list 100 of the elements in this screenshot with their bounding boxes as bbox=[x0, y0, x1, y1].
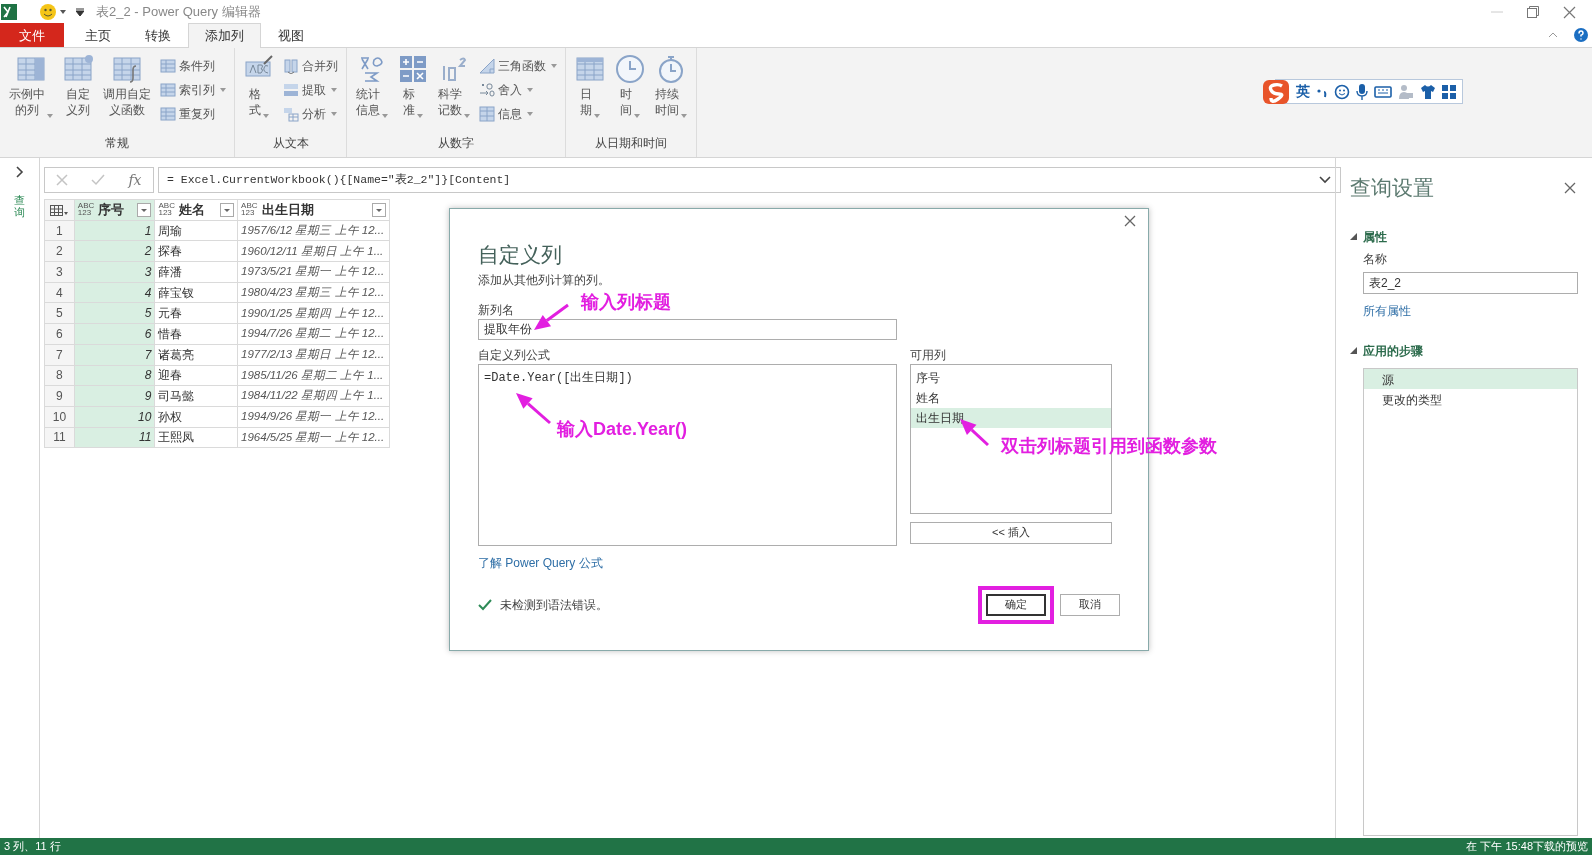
emoji-icon[interactable] bbox=[1334, 83, 1350, 100]
group-label: 从文本 bbox=[271, 135, 310, 152]
ribbon-button[interactable]: 持续时间 bbox=[652, 52, 690, 121]
keyboard-icon[interactable] bbox=[1374, 85, 1392, 98]
row-number: 4 bbox=[44, 282, 75, 303]
file-tab[interactable]: 文件 bbox=[0, 23, 64, 47]
insert-function-button[interactable]: fx bbox=[128, 169, 142, 191]
smiley-icon[interactable] bbox=[39, 3, 57, 21]
name-field[interactable]: 表2_2 bbox=[1363, 271, 1578, 294]
ribbon-button[interactable]: 索引列 bbox=[158, 80, 228, 100]
table-cell: 元春 bbox=[154, 302, 238, 324]
table-cell: 薛宝钗 bbox=[154, 282, 238, 303]
ribbon-button[interactable]: 提取 bbox=[281, 80, 340, 100]
filter-dropdown-icon[interactable] bbox=[137, 202, 152, 217]
type-icon[interactable]: ABC 123 bbox=[241, 203, 258, 217]
learn-link[interactable]: 了解 Power Query 公式 bbox=[478, 553, 603, 572]
table-cell: 1985/11/26 星期二 上午 1... bbox=[237, 365, 390, 386]
list-item[interactable]: 姓名 bbox=[911, 387, 1111, 408]
ribbon-button[interactable]: 科学记数 bbox=[435, 52, 473, 124]
ribbon-button[interactable]: 标准 bbox=[395, 52, 431, 124]
stopwatch-icon bbox=[656, 54, 686, 84]
ribbon-button[interactable]: 重复列 bbox=[158, 104, 228, 124]
column-name-field[interactable]: 提取年份 bbox=[478, 318, 897, 340]
logo-icon[interactable] bbox=[1262, 78, 1290, 105]
field-label: 新列名 bbox=[478, 301, 514, 319]
ribbon-tab[interactable]: 视图 bbox=[261, 23, 321, 47]
pane-title: 查询设置 bbox=[1350, 175, 1434, 201]
row-number: 2 bbox=[44, 240, 75, 262]
extract-icon bbox=[283, 82, 299, 98]
type-icon[interactable]: ABC 123 bbox=[77, 203, 95, 217]
type-icon[interactable]: ABC 123 bbox=[158, 203, 175, 217]
table-cell: 1964/5/25 星期一 上午 12... bbox=[237, 427, 390, 448]
ribbon-button[interactable]: 示例中的列 bbox=[6, 52, 56, 124]
microphone-icon[interactable] bbox=[1356, 83, 1368, 100]
check-icon[interactable] bbox=[91, 174, 106, 186]
checkmark-icon bbox=[478, 598, 492, 611]
ribbon-button[interactable]: 信息 bbox=[477, 104, 559, 124]
all-properties-link[interactable]: 所有属性 bbox=[1363, 301, 1578, 320]
ribbon-tab[interactable]: 转换 bbox=[128, 23, 188, 47]
filter-dropdown-icon[interactable] bbox=[372, 202, 386, 217]
table-cell: 王熙凤 bbox=[154, 427, 238, 448]
ribbon-button[interactable]: 自定义列 bbox=[60, 52, 96, 124]
step-item[interactable]: 更改的类型 bbox=[1364, 388, 1577, 409]
ribbon-button[interactable]: 分析 bbox=[281, 104, 340, 124]
excel-icon[interactable] bbox=[1, 3, 17, 21]
table-cell: 孙权 bbox=[154, 406, 238, 428]
input-mode-button[interactable]: 英 bbox=[1296, 81, 1310, 102]
caret-icon[interactable] bbox=[60, 10, 66, 14]
window-title: 表2_2 - Power Query 编辑器 bbox=[96, 3, 261, 22]
ribbon-button[interactable]: 条件列 bbox=[158, 56, 228, 76]
table-cell: 惜春 bbox=[154, 323, 238, 345]
ribbon-tab[interactable]: 主页 bbox=[68, 23, 128, 47]
customize-icon[interactable] bbox=[76, 8, 84, 16]
close-icon[interactable] bbox=[1564, 181, 1576, 194]
collapse-icon[interactable] bbox=[1350, 233, 1357, 240]
ribbon-button[interactable]: 统计信息 bbox=[353, 52, 391, 124]
queries-pane-toggle[interactable]: 查询 bbox=[14, 194, 25, 219]
step-item[interactable]: 源 bbox=[1364, 368, 1577, 389]
status-text: 3 列、11 行 bbox=[4, 839, 61, 855]
field-label: 名称 bbox=[1363, 250, 1388, 268]
row-number: 8 bbox=[44, 365, 75, 386]
filter-dropdown-icon[interactable] bbox=[220, 202, 235, 217]
restore-icon[interactable] bbox=[1527, 6, 1539, 18]
ribbon-button[interactable]: 格式 bbox=[241, 52, 277, 124]
insert-button[interactable]: << 插入 bbox=[910, 521, 1112, 544]
shirt-icon[interactable] bbox=[1420, 83, 1436, 100]
ribbon-button[interactable]: 三角函数 bbox=[477, 56, 559, 76]
expand-icon[interactable] bbox=[15, 166, 24, 178]
table-icon bbox=[160, 106, 176, 122]
group-label: 从日期和时间 bbox=[594, 135, 668, 152]
row-number: 5 bbox=[44, 302, 75, 324]
table-cell: 迎春 bbox=[154, 365, 238, 386]
status-message: 未检测到语法错误。 bbox=[500, 596, 608, 614]
collapse-icon[interactable] bbox=[1350, 347, 1357, 354]
ribbon-button[interactable]: 时间 bbox=[612, 52, 648, 121]
group-label: 从数字 bbox=[437, 135, 475, 152]
close-icon[interactable] bbox=[1124, 215, 1136, 227]
cancel-button[interactable]: 取消 bbox=[1060, 593, 1120, 616]
dialog-description: 添加从其他列计算的列。 bbox=[478, 271, 610, 289]
ribbon-tab[interactable]: 添加列 bbox=[188, 23, 261, 48]
close-icon[interactable] bbox=[1563, 5, 1576, 19]
table-cell: 1960/12/11 星期日 上午 1... bbox=[237, 240, 390, 262]
table-cell: 1994/7/26 星期二 上午 12... bbox=[237, 323, 390, 345]
list-item[interactable]: 序号 bbox=[911, 367, 1111, 388]
ribbon-button[interactable]: 调用自定义函数 bbox=[100, 52, 154, 124]
chevron-down-icon[interactable] bbox=[1319, 176, 1331, 184]
row-number: 3 bbox=[44, 261, 75, 283]
section-title: 应用的步骤 bbox=[1363, 342, 1423, 360]
ok-button[interactable]: 确定 bbox=[986, 593, 1046, 616]
row-number: 9 bbox=[44, 385, 75, 407]
ribbon-button[interactable]: 合并列 bbox=[281, 56, 340, 76]
row-number: 6 bbox=[44, 323, 75, 345]
table-menu-icon[interactable] bbox=[50, 204, 69, 217]
formula-bar[interactable]: = Excel.CurrentWorkbook(){[Name="表2_2"]}[Content] bbox=[158, 167, 1341, 193]
grid-icon[interactable] bbox=[1442, 84, 1456, 99]
ribbon-button[interactable]: 日期 bbox=[572, 52, 608, 121]
arrow bbox=[516, 393, 551, 425]
help-icon[interactable] bbox=[1574, 28, 1588, 42]
ribbon-button[interactable]: 舍入 bbox=[477, 80, 559, 100]
table-cell: 诸葛亮 bbox=[154, 344, 238, 365]
